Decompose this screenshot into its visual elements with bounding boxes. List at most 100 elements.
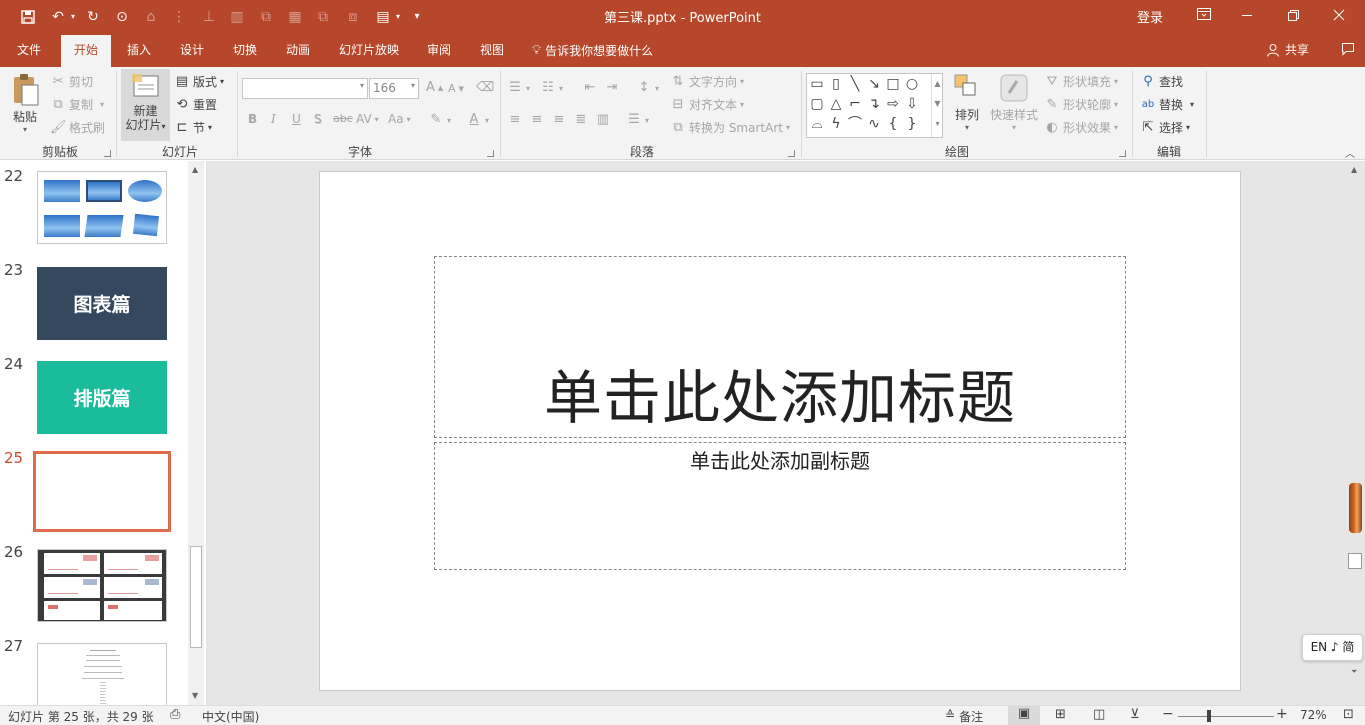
scroll-down-icon[interactable]: ▼: [192, 691, 198, 700]
triangle-shape-icon[interactable]: △: [827, 95, 845, 113]
elbow-connector-shape-icon[interactable]: ⌐: [846, 95, 864, 113]
save-icon[interactable]: [18, 7, 38, 26]
reset-button[interactable]: ⟲ 重置: [174, 96, 217, 113]
close-icon[interactable]: [1332, 8, 1354, 24]
tab-file[interactable]: 文件: [6, 33, 52, 67]
notes-button[interactable]: ≙ 备注: [945, 708, 983, 725]
undo-icon[interactable]: ↶: [48, 7, 68, 26]
shapes-gallery[interactable]: ▭ ▯ ╲ ↘ □ ○ ▢ △ ⌐ ↴ ⇨ ⇩ ⌓ ϟ ⌒ ∿ { } ▲ ▼ ▾: [806, 73, 943, 138]
qat-icon-6[interactable]: ▦: [286, 7, 304, 26]
slide-thumbnail-24[interactable]: 排版篇: [37, 361, 167, 434]
left-brace-shape-icon[interactable]: {: [884, 115, 902, 133]
font-size-input[interactable]: 166 ▾: [369, 78, 419, 99]
reading-view-icon[interactable]: ◫: [1093, 707, 1105, 722]
character-spacing-button[interactable]: AV ▾: [356, 112, 379, 126]
shape-fill-button[interactable]: ⛛ 形状填充 ▾: [1044, 73, 1119, 90]
zoom-slider-thumb[interactable]: [1207, 710, 1211, 722]
find-button[interactable]: ⚲ 查找: [1140, 73, 1183, 90]
columns-button[interactable]: ☰ ▾: [626, 112, 649, 128]
restore-icon[interactable]: [1286, 8, 1308, 24]
underline-button[interactable]: U: [292, 112, 301, 126]
shrink-font-button[interactable]: A ▼: [448, 82, 464, 95]
next-slide-icon[interactable]: ⏷: [1351, 667, 1357, 677]
curve-shape-icon[interactable]: ∿: [865, 115, 883, 133]
qat-dropdown-icon[interactable]: ▾: [393, 7, 403, 26]
qat-icon-2[interactable]: ⋮: [170, 7, 188, 26]
strikethrough-button[interactable]: abc: [333, 112, 353, 125]
slide-scrollbar[interactable]: ▲ ⏶ ⏷: [1347, 161, 1365, 705]
subtitle-placeholder[interactable]: 单击此处添加副标题: [434, 442, 1126, 570]
bold-button[interactable]: B: [248, 112, 257, 126]
convert-smartart-button[interactable]: ⧉ 转换为 SmartArt ▾: [670, 119, 790, 136]
layout-button[interactable]: ▤ 版式 ▾: [174, 73, 224, 90]
line-shape-icon[interactable]: ╲: [846, 75, 864, 93]
font-name-input[interactable]: ▾: [242, 78, 368, 99]
right-brace-shape-icon[interactable]: }: [903, 115, 921, 133]
zoom-level[interactable]: 72%: [1300, 708, 1327, 722]
tab-animations[interactable]: 动画: [277, 33, 319, 67]
new-slide-button[interactable]: 新建 幻灯片▾: [121, 69, 170, 141]
clear-formatting-button[interactable]: ⌫: [476, 80, 494, 96]
down-arrow-shape-icon[interactable]: ⇩: [903, 95, 921, 113]
zoom-slider[interactable]: [1178, 716, 1274, 717]
spell-check-icon[interactable]: ⎙: [170, 707, 180, 722]
scroll-up-icon[interactable]: ▲: [192, 165, 198, 174]
qat-text-box-icon[interactable]: ▤: [374, 7, 392, 26]
slideshow-view-icon[interactable]: ⊻: [1130, 707, 1140, 722]
share-button[interactable]: 共享: [1266, 41, 1309, 58]
font-launcher-icon[interactable]: [487, 150, 494, 157]
qat-icon-3[interactable]: ⊥: [200, 7, 218, 26]
title-placeholder[interactable]: 单击此处添加标题: [434, 256, 1126, 438]
freeform-shape-icon[interactable]: ⌓: [808, 115, 826, 133]
paragraph-launcher-icon[interactable]: [788, 150, 795, 157]
text-direction-button[interactable]: ⇅ 文字方向 ▾: [670, 73, 744, 90]
language-indicator[interactable]: 中文(中国): [202, 708, 259, 725]
qat-icon-1[interactable]: ⌂: [142, 7, 160, 26]
comments-icon[interactable]: [1341, 42, 1357, 58]
qat-icon-7[interactable]: ⧉: [314, 7, 332, 26]
distributed-button[interactable]: ▥: [595, 112, 611, 128]
slide-editing-area[interactable]: 单击此处添加标题 单击此处添加副标题: [207, 161, 1347, 705]
slide-thumbnail-25-selected[interactable]: [33, 451, 171, 532]
slide-thumbnail-pane[interactable]: 22 23 图表篇 24 排版篇 25 26 27 ▲ ▼: [0, 161, 207, 705]
tab-review[interactable]: 审阅: [418, 33, 460, 67]
rectangle-shape-icon[interactable]: □: [884, 75, 902, 93]
justify-button[interactable]: ≣: [573, 112, 589, 128]
font-name-dropdown-icon[interactable]: ▾: [360, 81, 364, 90]
replace-button[interactable]: ab 替换 ▾: [1140, 96, 1194, 113]
slide-thumbnail-23[interactable]: 图表篇: [37, 267, 167, 340]
collapse-ribbon-icon[interactable]: ︿: [1345, 145, 1355, 160]
scroll-up-icon[interactable]: ▲: [1351, 165, 1357, 174]
tab-home[interactable]: 开始: [61, 35, 111, 67]
font-color-button[interactable]: A ▾: [466, 112, 489, 128]
oval-shape-icon[interactable]: ○: [903, 75, 921, 93]
change-case-button[interactable]: Aa ▾: [388, 112, 411, 126]
current-slide[interactable]: 单击此处添加标题 单击此处添加副标题: [319, 171, 1241, 691]
ribbon-display-options-icon[interactable]: [1193, 8, 1215, 24]
slide-thumbnail-27[interactable]: [37, 643, 167, 705]
select-button[interactable]: ⇱ 选择 ▾: [1140, 119, 1190, 136]
zoom-in-icon[interactable]: +: [1276, 706, 1288, 722]
qat-icon-8[interactable]: ⧈: [344, 7, 362, 26]
fit-to-window-icon[interactable]: ⊡: [1343, 707, 1354, 722]
tab-slideshow[interactable]: 幻灯片放映: [332, 33, 406, 67]
minimize-icon[interactable]: [1240, 8, 1262, 24]
rounded-rectangle-shape-icon[interactable]: ▢: [808, 95, 826, 113]
shapes-gallery-scroll[interactable]: ▲ ▼ ▾: [931, 74, 943, 137]
decrease-indent-button[interactable]: ⇤: [582, 80, 598, 96]
scroll-thumb[interactable]: [1349, 483, 1362, 533]
align-left-button[interactable]: ≡: [507, 112, 523, 128]
section-button[interactable]: ⊏ 节 ▾: [174, 119, 212, 136]
scroll-thumb-handle[interactable]: [1348, 553, 1362, 569]
align-text-button[interactable]: ⊟ 对齐文本 ▾: [670, 96, 744, 113]
arrow-line-shape-icon[interactable]: ↘: [865, 75, 883, 93]
clipboard-launcher-icon[interactable]: [104, 150, 111, 157]
align-center-button[interactable]: ≡: [529, 112, 545, 128]
redo-icon[interactable]: ↻: [83, 7, 103, 26]
italic-button[interactable]: I: [271, 112, 276, 126]
scribble-shape-icon[interactable]: ϟ: [827, 115, 845, 133]
arc-shape-icon[interactable]: ⌒: [846, 115, 864, 133]
arrange-button[interactable]: 排列 ▾: [950, 73, 984, 132]
tab-transitions[interactable]: 切换: [224, 33, 266, 67]
zoom-out-icon[interactable]: −: [1162, 706, 1174, 722]
